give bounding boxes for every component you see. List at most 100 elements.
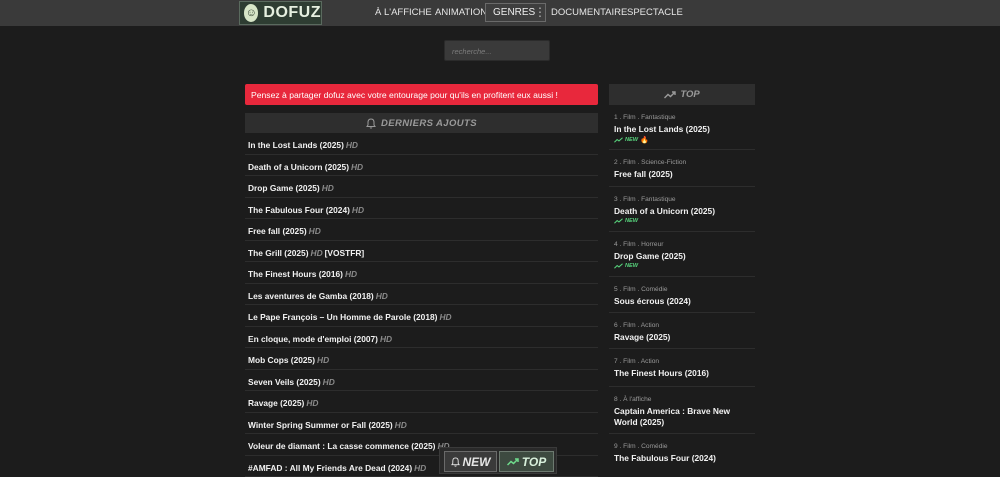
list-item-title: Les aventures de Gamba (2018) [248,291,374,301]
new-badge: NEW🔥 [614,136,755,144]
list-item-title: Drop Game (2025) [248,183,320,193]
top-item[interactable]: 6 . Film . Action Ravage (2025) [609,313,755,349]
top-item[interactable]: 9 . Film . Comédie The Fabulous Four (20… [609,434,755,472]
quality-badge: HD [352,205,364,215]
list-item-title: The Grill (2025) [248,248,309,258]
list-item[interactable]: Mob Cops (2025)HD [245,348,598,370]
top-item-meta: 2 . Film . Science-Fiction [614,150,755,166]
trending-up-icon [507,458,519,466]
list-item[interactable]: In the Lost Lands (2025)HD [245,133,598,155]
list-item-title: In the Lost Lands (2025) [248,140,344,150]
trending-up-icon [614,218,623,224]
site-logo[interactable]: ☺ DOFUZ [239,1,322,25]
top-section-title: TOP [680,89,699,100]
list-item-title: Le Pape François – Un Homme de Parole (2… [248,312,437,322]
bell-icon [451,457,460,467]
quality-badge: HD [395,420,407,430]
list-item[interactable]: The Finest Hours (2016)HD [245,262,598,284]
top-list: 1 . Film . Fantastique In the Lost Lands… [609,105,755,472]
trending-up-icon [614,137,623,143]
list-item[interactable]: Les aventures de Gamba (2018)HD [245,284,598,306]
latest-section-header: DERNIERS AJOUTS [245,113,598,133]
top-tab-button[interactable]: TOP [499,451,554,472]
top-item[interactable]: 4 . Film . Horreur Drop Game (2025) NEW [609,232,755,277]
list-item-title: Winter Spring Summer or Fall (2025) [248,420,393,430]
bottom-tab-bar: NEW TOP [439,447,557,474]
nav-spectacle[interactable]: SPECTACLE [627,7,683,18]
search-input[interactable] [445,42,549,61]
bell-icon [366,118,376,129]
top-item-meta: 8 . À l'affiche [614,387,755,403]
new-badge: NEW [614,218,755,224]
top-tab-label: TOP [522,455,546,469]
quality-badge: HD [317,355,329,365]
list-item[interactable]: Le Pape François – Un Homme de Parole (2… [245,305,598,327]
top-item-title: In the Lost Lands (2025) [614,124,755,135]
logo-text: DOFUZ [263,4,321,22]
new-tab-button[interactable]: NEW [444,451,497,472]
quality-badge: HD [345,269,357,279]
top-item-meta: 7 . Film . Action [614,349,755,365]
top-item-meta: 3 . Film . Fantastique [614,187,755,203]
top-item-title: Free fall (2025) [614,169,755,180]
top-item[interactable]: 3 . Film . Fantastique Death of a Unicor… [609,187,755,232]
list-item-title: Mob Cops (2025) [248,355,315,365]
new-tab-label: NEW [463,455,491,469]
list-item-title: Ravage (2025) [248,398,304,408]
share-alert: Pensez à partager dofuz avec votre entou… [245,84,598,105]
list-item[interactable]: The Grill (2025)HD[VOSTFR] [245,241,598,263]
quality-badge: HD [380,334,392,344]
fire-icon: 🔥 [640,136,649,144]
logo-icon: ☺ [244,4,258,22]
trending-up-icon [664,91,676,99]
top-item[interactable]: 2 . Film . Science-Fiction Free fall (20… [609,150,755,187]
nav-genres-dropdown[interactable]: GENRES ⋮ [485,3,546,22]
list-item[interactable]: Seven Veils (2025)HD [245,370,598,392]
list-item-title: Seven Veils (2025) [248,377,321,387]
top-item-title: Captain America : Brave New World (2025) [614,406,755,428]
top-item[interactable]: 1 . Film . Fantastique In the Lost Lands… [609,105,755,150]
list-item[interactable]: Winter Spring Summer or Fall (2025)HD [245,413,598,435]
nav-documentaire[interactable]: DOCUMENTAIRE [551,7,627,18]
list-item[interactable]: Drop Game (2025)HD [245,176,598,198]
list-item-title: #AMFAD : All My Friends Are Dead (2024) [248,463,412,473]
top-item-meta: 4 . Film . Horreur [614,232,755,248]
nav-animation[interactable]: ANIMATION [435,7,487,18]
top-navbar: ☺ DOFUZ À L'AFFICHE ANIMATION GENRES ⋮ D… [0,0,1000,26]
new-badge: NEW [614,263,755,269]
list-item[interactable]: Ravage (2025)HD [245,391,598,413]
list-item[interactable]: En cloque, mode d'emploi (2007)HD [245,327,598,349]
list-item-title: Voleur de diamant : La casse commence (2… [248,441,435,451]
top-item[interactable]: 5 . Film . Comédie Sous écrous (2024) [609,277,755,313]
top-item-meta: 5 . Film . Comédie [614,277,755,293]
quality-badge: HD [346,140,358,150]
latest-list: In the Lost Lands (2025)HD Death of a Un… [245,133,598,477]
top-item-title: The Finest Hours (2016) [614,368,755,379]
list-item-title: The Fabulous Four (2024) [248,205,350,215]
quality-badge: HD [322,183,334,193]
nav-genres-label: GENRES [493,7,535,18]
trending-up-icon [614,263,623,269]
list-item[interactable]: Free fall (2025)HD [245,219,598,241]
top-item-title: Death of a Unicorn (2025) [614,206,755,217]
top-item-title: Sous écrous (2024) [614,296,755,307]
list-item-title: The Finest Hours (2016) [248,269,343,279]
top-section-header: TOP [609,84,755,105]
list-item-title: Free fall (2025) [248,226,307,236]
top-item-title: Ravage (2025) [614,332,755,343]
top-item[interactable]: 7 . Film . Action The Finest Hours (2016… [609,349,755,387]
quality-badge: HD [311,248,323,258]
top-item-meta: 9 . Film . Comédie [614,434,755,450]
top-item[interactable]: 8 . À l'affiche Captain America : Brave … [609,387,755,434]
list-item[interactable]: The Fabulous Four (2024)HD [245,198,598,220]
quality-badge: HD [306,398,318,408]
top-item-title: Drop Game (2025) [614,251,755,262]
quality-badge: HD [323,377,335,387]
quality-badge: HD [414,463,426,473]
language-badge: [VOSTFR] [325,248,365,258]
list-item[interactable]: Death of a Unicorn (2025)HD [245,155,598,177]
nav-a-l-affiche[interactable]: À L'AFFICHE [375,7,432,18]
quality-badge: HD [351,162,363,172]
quality-badge: HD [439,312,451,322]
list-item-title: En cloque, mode d'emploi (2007) [248,334,378,344]
